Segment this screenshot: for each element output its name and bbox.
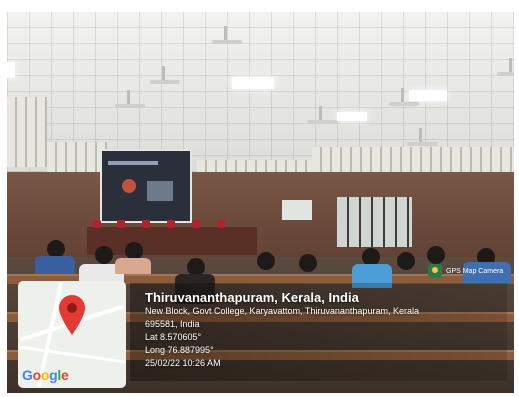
- audience-member: [257, 252, 275, 270]
- audience-member: [35, 256, 75, 274]
- stage-chair: [93, 220, 101, 228]
- audience-member: [115, 258, 151, 274]
- ceiling-light: [7, 62, 15, 78]
- map-road: [18, 345, 126, 364]
- google-logo-letter: e: [60, 367, 69, 383]
- audience-member: [95, 246, 113, 264]
- location-longitude: Long 76.887995°: [145, 345, 214, 355]
- location-address: New Block, Govt College, Karyavattom, Th…: [145, 306, 419, 316]
- window: [282, 200, 312, 220]
- audience-member: [397, 252, 415, 270]
- map-thumbnail: Google: [18, 281, 126, 388]
- ceiling-fan: [389, 88, 419, 106]
- wall-vent-panel: [7, 97, 47, 167]
- stage-chair: [117, 220, 125, 228]
- location-timestamp: 25/02/22 10:26 AM: [145, 358, 221, 368]
- stage-chair: [217, 220, 225, 228]
- stage: [87, 227, 257, 255]
- screen-content: [108, 161, 158, 165]
- ceiling-fan: [307, 106, 337, 124]
- audience-member: [427, 246, 445, 264]
- watermark-label: GPS Map Camera: [446, 267, 504, 275]
- location-info: Thiruvananthapuram, Kerala, India New Bl…: [145, 290, 419, 370]
- location-postal: 695581, India: [145, 319, 200, 329]
- location-pin-icon: [59, 295, 85, 335]
- gps-map-camera-icon: [428, 264, 442, 278]
- stage-chair: [142, 220, 150, 228]
- window: [337, 197, 412, 247]
- ceiling-fan: [150, 66, 180, 84]
- ceiling-light: [409, 90, 447, 101]
- ceiling-fan: [212, 26, 242, 44]
- ceiling-light: [337, 112, 367, 121]
- stage-chair: [167, 220, 175, 228]
- google-logo-letter: o: [32, 367, 42, 383]
- location-city: Thiruvananthapuram, Kerala, India: [145, 290, 359, 305]
- google-logo-letter: G: [22, 367, 33, 383]
- projection-screen: [100, 149, 192, 223]
- gps-map-camera-watermark: GPS Map Camera: [428, 264, 503, 278]
- stage-chair: [192, 220, 200, 228]
- google-logo: Google: [22, 367, 69, 383]
- ceiling-fan: [115, 90, 145, 108]
- screen-content: [147, 181, 173, 201]
- audience-member: [299, 254, 317, 272]
- ceiling-fan: [407, 128, 437, 146]
- google-logo-letter: o: [40, 367, 50, 383]
- ceiling-light: [232, 77, 274, 89]
- ceiling-fan: [497, 58, 514, 76]
- location-latitude: Lat 8.570605°: [145, 332, 202, 342]
- screen-content: [122, 179, 136, 193]
